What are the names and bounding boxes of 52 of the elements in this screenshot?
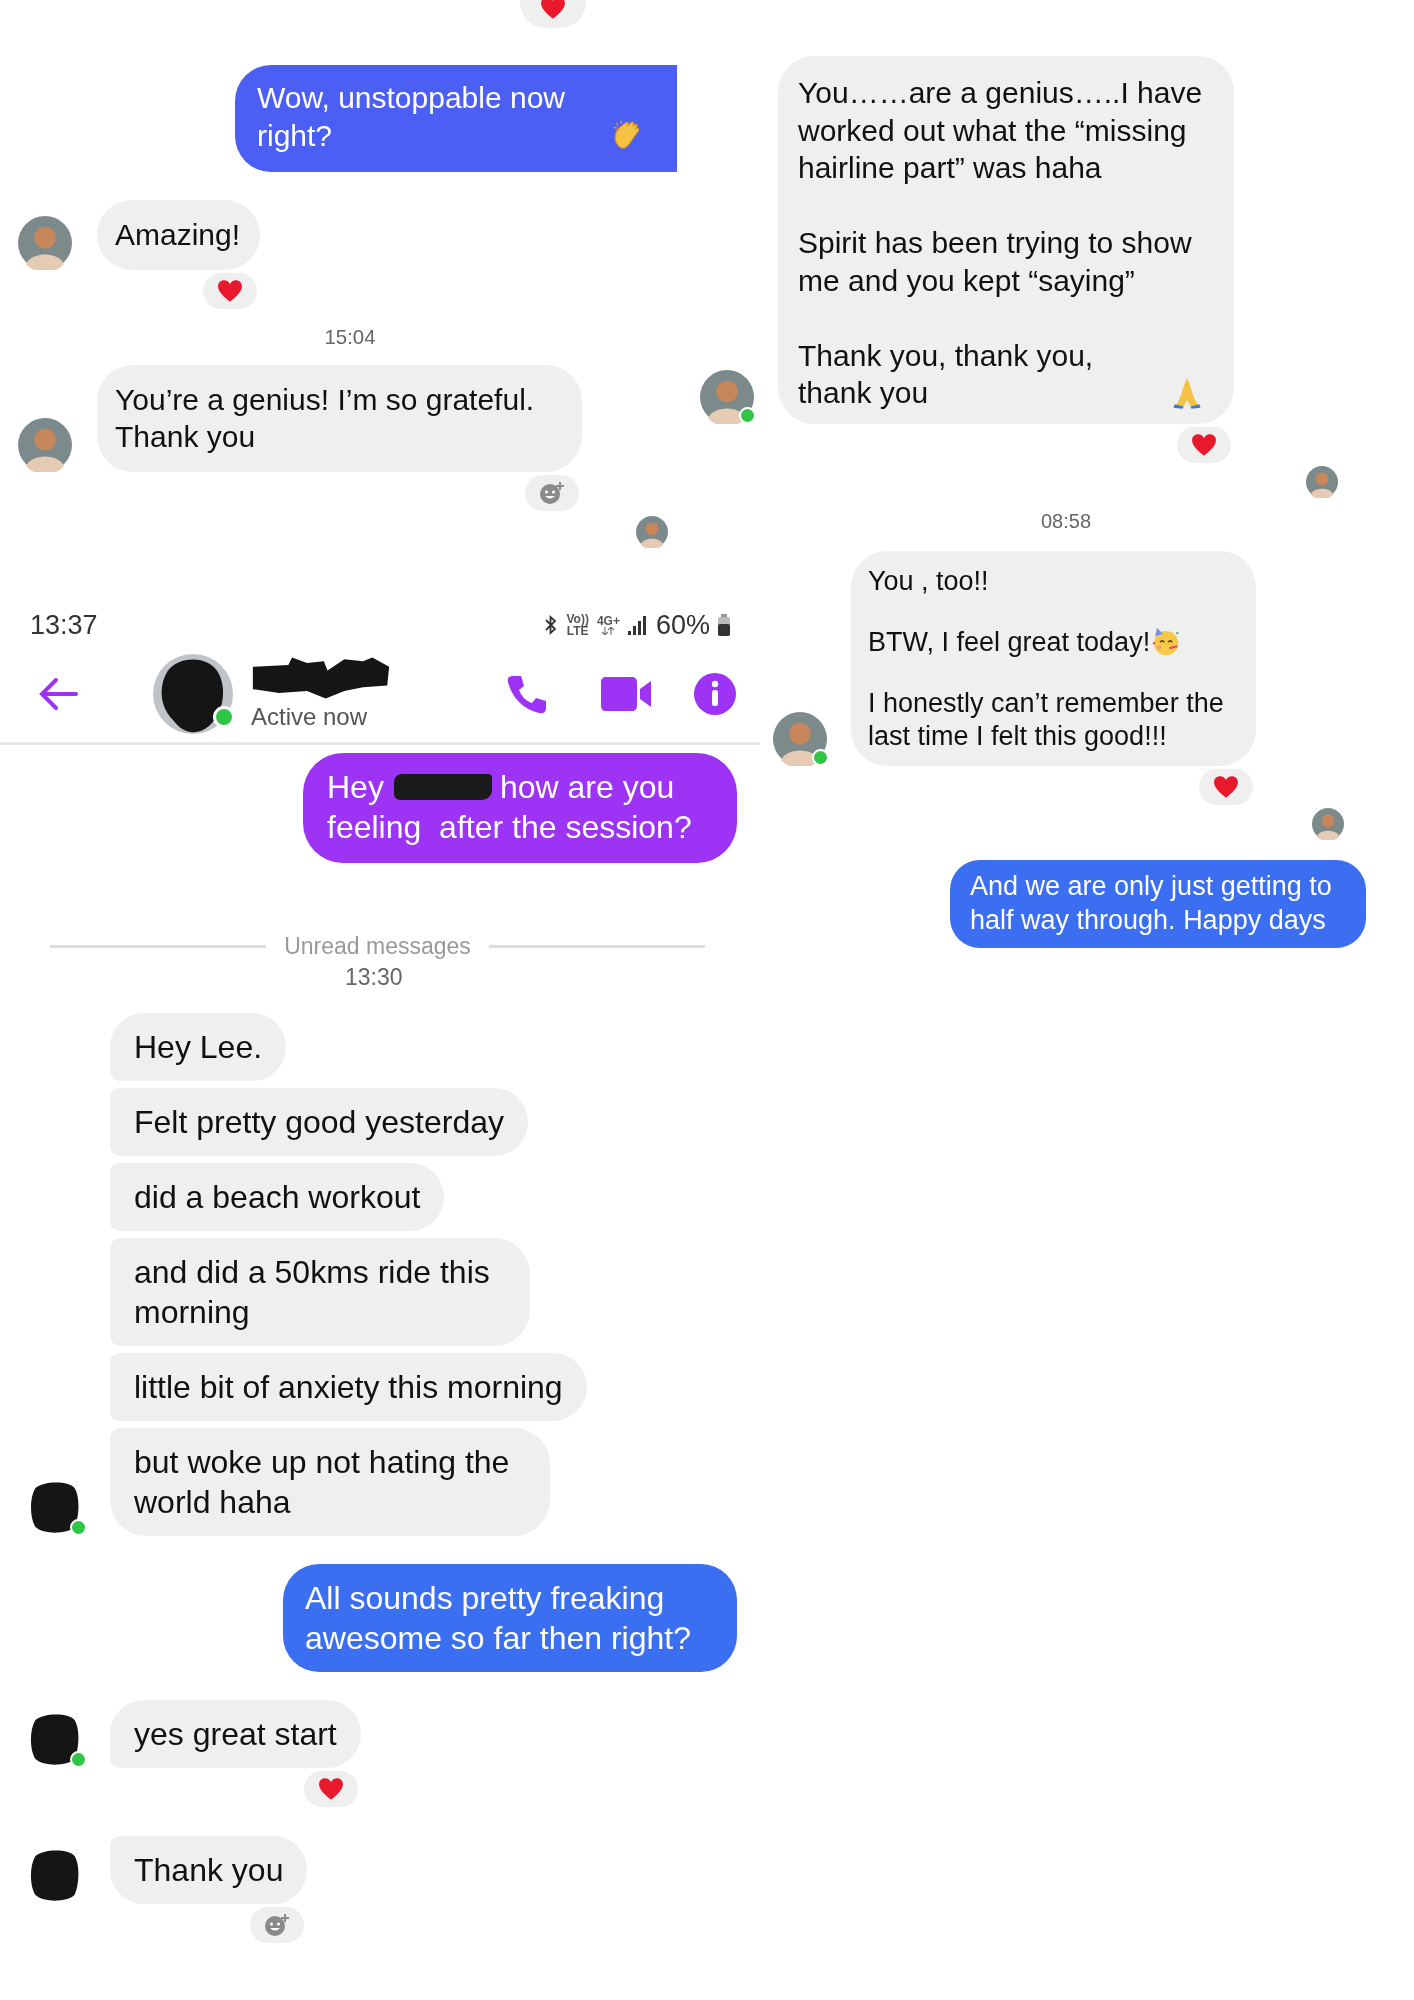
- heart-icon: [217, 278, 244, 303]
- message-text: Amazing!: [115, 218, 241, 251]
- message-text: Thank you, thank you, thank you: [798, 337, 1095, 411]
- data-arrows-icon: [601, 627, 616, 635]
- message-text: Thank you: [134, 1852, 284, 1888]
- unread-divider-label: Unread messages: [284, 933, 471, 960]
- message-text: And we are only just getting to half way through. Happy days: [970, 871, 1332, 935]
- online-dot: [70, 1519, 87, 1536]
- online-dot: [70, 1751, 87, 1768]
- status-time: 13:37: [30, 609, 98, 641]
- timestamp: 15:04: [324, 325, 376, 349]
- lte-label: LTE: [566, 625, 589, 637]
- message-text: Hey Lee.: [134, 1029, 263, 1065]
- heart-icon: [1191, 432, 1217, 457]
- message-text: little bit of anxiety this morning: [134, 1369, 563, 1405]
- add-reaction-icon: [264, 1913, 291, 1937]
- network-label: 4G+: [596, 615, 620, 627]
- signal-icon: [627, 615, 648, 635]
- message-text: You , too!!: [868, 565, 989, 596]
- timestamp: 08:58: [1041, 509, 1092, 533]
- info-button[interactable]: [693, 671, 737, 716]
- message-text: Felt pretty good yesterday: [134, 1104, 504, 1140]
- message-text: All sounds pretty freaking awesome so far then right?: [305, 1580, 691, 1656]
- message-text: BTW, I feel great today!: [868, 625, 1151, 659]
- online-dot: [812, 749, 829, 767]
- message-text: You’re a genius! I’m so grateful. Thank you: [115, 382, 535, 453]
- heart-icon: [317, 1777, 344, 1801]
- volte-label: Vo)): [566, 613, 589, 625]
- message-text: and did a 50kms ride this morning: [134, 1254, 490, 1330]
- back-button[interactable]: [38, 676, 78, 711]
- battery-icon: [718, 614, 730, 636]
- message-text: how are you: [499, 768, 675, 807]
- avatar: [1312, 808, 1344, 841]
- message-text: You……are a genius…..I have worked out what the “missing hairline part” was haha: [798, 76, 1203, 184]
- message-text: but woke up not hating the world haha: [134, 1444, 510, 1520]
- message-text: did a beach workout: [134, 1179, 421, 1215]
- heart-icon: [1213, 775, 1239, 800]
- bluetooth-icon: [542, 614, 559, 636]
- battery-level: 60%: [655, 609, 710, 641]
- avatar: [1306, 465, 1338, 498]
- heart-icon: [540, 0, 566, 20]
- avatar: [636, 515, 668, 548]
- message-text: Spirit has been trying to show me and you kept “saying”: [798, 226, 1192, 297]
- video-call-button[interactable]: [599, 675, 653, 712]
- message-text: I honestly can’t remember the last time I felt this good!!!: [868, 687, 1224, 752]
- active-status: Active now: [251, 702, 369, 731]
- timestamp: 13:30: [345, 964, 403, 991]
- message-text: yes great start: [134, 1716, 337, 1752]
- add-reaction-icon: [539, 480, 565, 505]
- message-text: Hey: [327, 768, 384, 807]
- message-text: Wow, unstoppable now right?: [257, 80, 566, 154]
- message-text: feeling after the session?: [327, 808, 692, 847]
